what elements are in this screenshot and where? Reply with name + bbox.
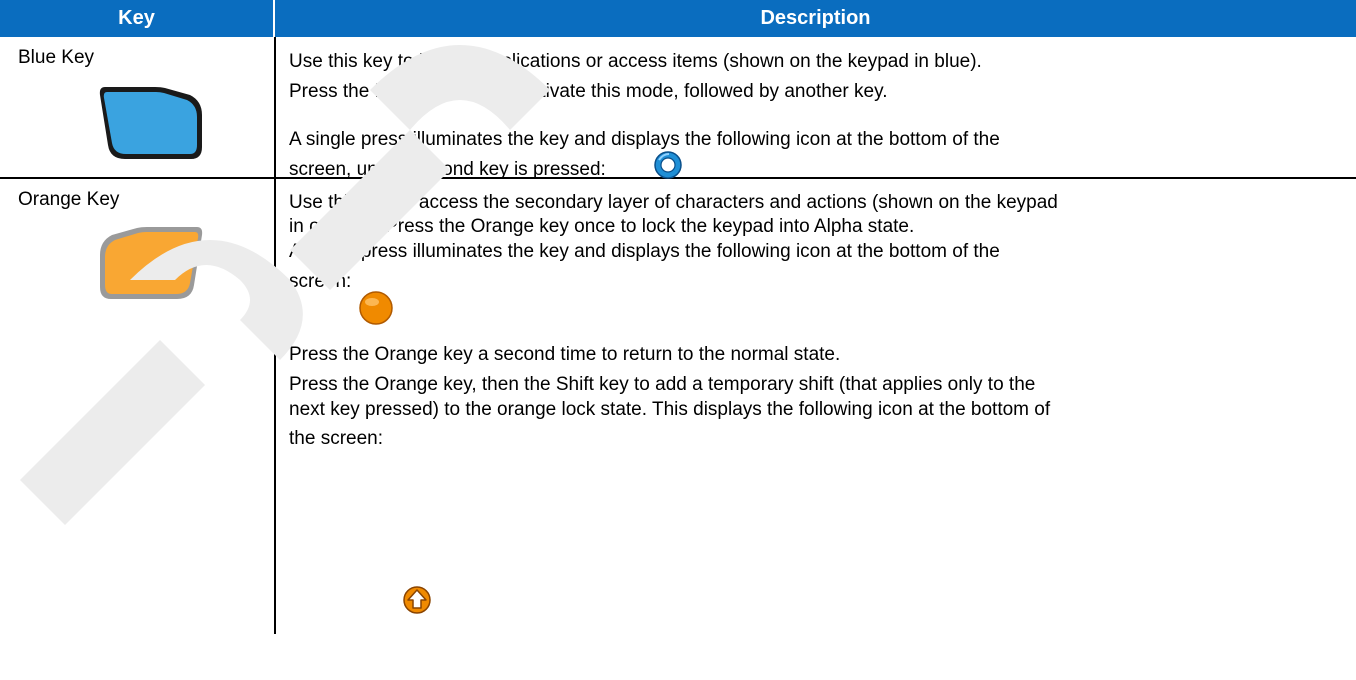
- description-line: Press the Orange key, then the Shift key…: [289, 374, 1036, 395]
- description-line: A single press illuminates the key and d…: [289, 129, 1000, 150]
- description-line: Use this key to launch applications or a…: [289, 51, 982, 72]
- header-key: Key: [0, 0, 275, 37]
- description-line: screen, until a second key is pressed:: [289, 159, 606, 180]
- blue-ring-icon: [654, 151, 682, 179]
- key-name: Orange Key: [18, 189, 120, 210]
- description-line: the screen:: [289, 428, 383, 449]
- description-line: screen:: [289, 271, 352, 292]
- column-divider: [274, 37, 276, 634]
- key-name: Blue Key: [18, 47, 95, 68]
- orange-key-icon: [100, 227, 203, 299]
- description-line: Use this key to access the secondary lay…: [289, 192, 1058, 213]
- header-description: Description: [275, 0, 1356, 37]
- description-line: Press the Blue key once to activate this…: [289, 81, 888, 102]
- description-line: in orange). Press the Orange key once to…: [289, 216, 915, 237]
- orange-dot-icon: [359, 291, 393, 325]
- description-line: Press the Orange key a second time to re…: [289, 344, 841, 365]
- description-line: next key pressed) to the orange lock sta…: [289, 399, 1051, 420]
- description-line: A single press illuminates the key and d…: [289, 241, 1000, 262]
- orange-shift-icon: [403, 586, 431, 614]
- blue-key-icon: [99, 87, 202, 159]
